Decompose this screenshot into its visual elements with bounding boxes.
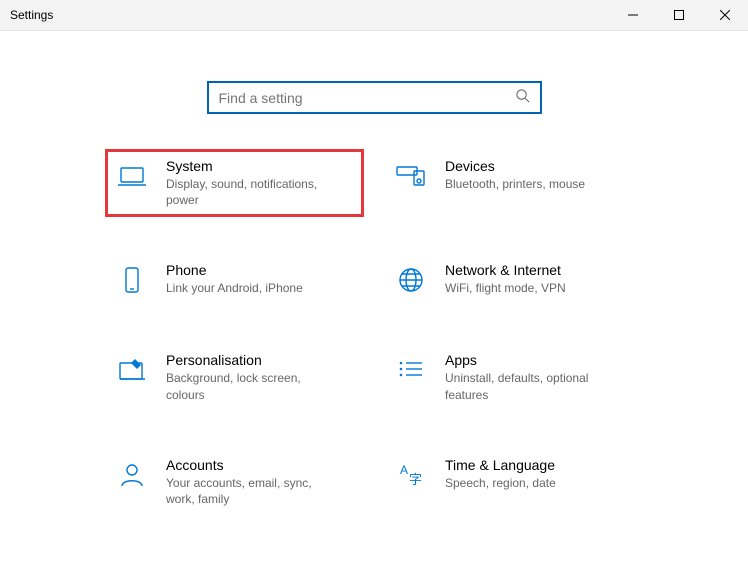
tile-description: Background, lock screen, colours bbox=[166, 370, 336, 402]
tile-text: Devices Bluetooth, printers, mouse bbox=[445, 158, 585, 208]
settings-grid: System Display, sound, notifications, pow… bbox=[0, 154, 748, 551]
settings-tile-phone[interactable]: Phone Link your Android, iPhone bbox=[110, 258, 359, 302]
search-box[interactable] bbox=[207, 81, 542, 114]
tile-description: WiFi, flight mode, VPN bbox=[445, 280, 566, 296]
settings-tile-personalisation[interactable]: Personalisation Background, lock screen, … bbox=[110, 348, 359, 406]
person-icon bbox=[114, 457, 150, 493]
search-icon bbox=[515, 88, 530, 108]
titlebar: Settings bbox=[0, 0, 748, 31]
tile-text: Phone Link your Android, iPhone bbox=[166, 262, 303, 298]
tile-description: Uninstall, defaults, optional features bbox=[445, 370, 615, 402]
tile-label: Time & Language bbox=[445, 457, 556, 473]
lang-icon: A字 bbox=[393, 457, 429, 493]
devices-icon bbox=[393, 158, 429, 194]
tile-text: Network & Internet WiFi, flight mode, VPN bbox=[445, 262, 566, 298]
tile-description: Speech, region, date bbox=[445, 475, 556, 491]
tile-description: Your accounts, email, sync, work, family bbox=[166, 475, 336, 507]
tile-label: Apps bbox=[445, 352, 615, 368]
settings-tile-system[interactable]: System Display, sound, notifications, pow… bbox=[110, 154, 359, 212]
tile-text: Apps Uninstall, defaults, optional featur… bbox=[445, 352, 615, 402]
paint-icon bbox=[114, 352, 150, 388]
window-controls bbox=[610, 0, 748, 30]
settings-tile-time-language[interactable]: A字 Time & Language Speech, region, date bbox=[389, 453, 638, 511]
laptop-icon bbox=[114, 158, 150, 194]
tile-label: Personalisation bbox=[166, 352, 336, 368]
svg-text:字: 字 bbox=[409, 472, 422, 487]
settings-tile-accounts[interactable]: Accounts Your accounts, email, sync, work… bbox=[110, 453, 359, 511]
minimize-button[interactable] bbox=[610, 0, 656, 30]
close-button[interactable] bbox=[702, 0, 748, 30]
search-container bbox=[0, 31, 748, 154]
tile-text: Accounts Your accounts, email, sync, work… bbox=[166, 457, 336, 507]
tile-text: System Display, sound, notifications, pow… bbox=[166, 158, 336, 208]
globe-icon bbox=[393, 262, 429, 298]
tile-label: System bbox=[166, 158, 336, 174]
settings-tile-apps[interactable]: Apps Uninstall, defaults, optional featur… bbox=[389, 348, 638, 406]
tile-label: Accounts bbox=[166, 457, 336, 473]
tile-text: Time & Language Speech, region, date bbox=[445, 457, 556, 507]
list-icon bbox=[393, 352, 429, 388]
settings-tile-devices[interactable]: Devices Bluetooth, printers, mouse bbox=[389, 154, 638, 212]
tile-text: Personalisation Background, lock screen, … bbox=[166, 352, 336, 402]
settings-tile-network[interactable]: Network & Internet WiFi, flight mode, VPN bbox=[389, 258, 638, 302]
window-title: Settings bbox=[0, 8, 53, 22]
tile-description: Bluetooth, printers, mouse bbox=[445, 176, 585, 192]
tile-label: Network & Internet bbox=[445, 262, 566, 278]
phone-icon bbox=[114, 262, 150, 298]
content-area[interactable]: System Display, sound, notifications, pow… bbox=[0, 31, 748, 571]
svg-text:A: A bbox=[400, 463, 408, 477]
tile-description: Display, sound, notifications, power bbox=[166, 176, 336, 208]
tile-label: Phone bbox=[166, 262, 303, 278]
search-input[interactable] bbox=[219, 90, 515, 106]
tile-description: Link your Android, iPhone bbox=[166, 280, 303, 296]
tile-label: Devices bbox=[445, 158, 585, 174]
maximize-button[interactable] bbox=[656, 0, 702, 30]
